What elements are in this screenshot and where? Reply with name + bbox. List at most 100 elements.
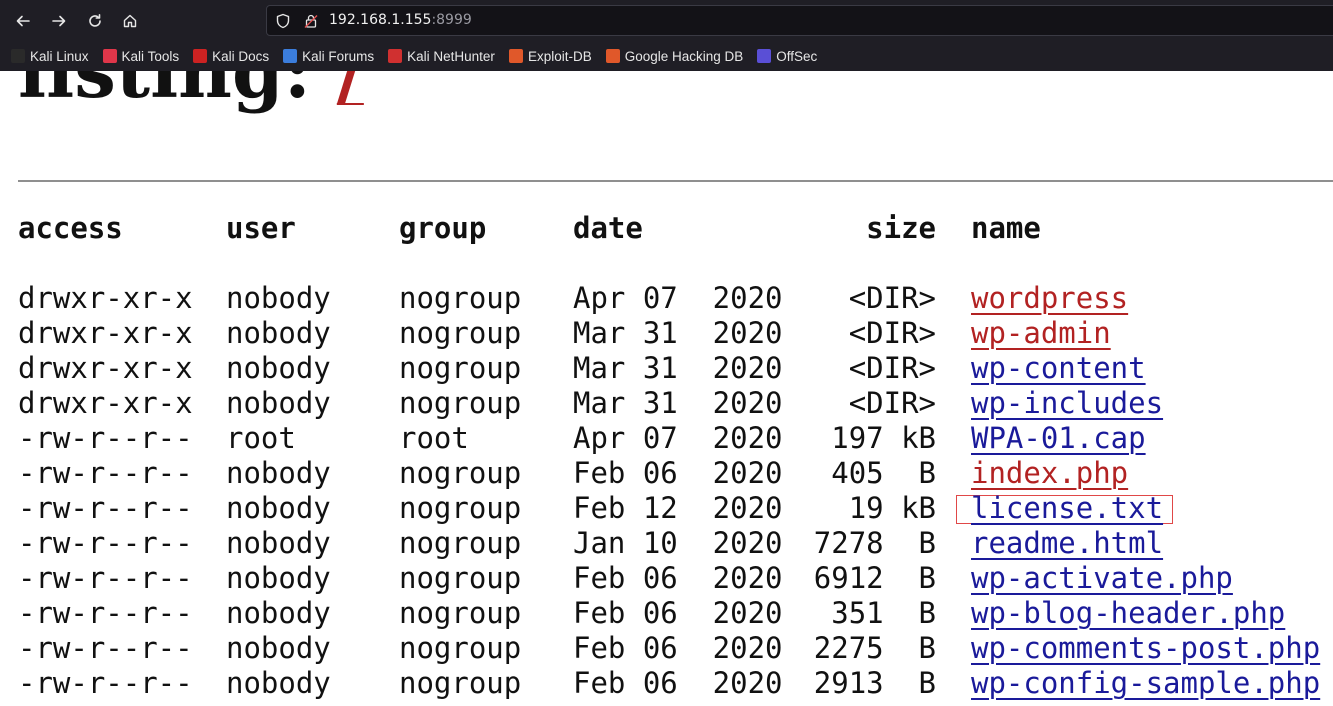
column-header-date: date [573,211,643,245]
home-button[interactable] [118,9,142,33]
name-cell: readme.html [971,526,1163,560]
size-cell: 351 B [831,596,936,630]
table-row: drwxr-xr-x nobody nogroup Mar 31 2020 <DIR> w… [18,316,1333,351]
access-cell: -rw-r--r-- [18,561,193,595]
group-cell: nogroup [399,631,522,665]
user-cell: nobody [226,561,331,595]
kali-nethunter-icon [388,49,403,63]
home-icon [123,14,137,28]
file-link[interactable]: readme.html [971,526,1163,560]
file-link[interactable]: wp-blog-header.php [971,596,1285,630]
group-cell: nogroup [399,561,522,595]
page-title-prefix: listing: [18,71,337,115]
table-row: -rw-r--r-- nobody nogroup Jan 10 2020 7278 B… [18,526,1333,561]
reload-icon [89,14,101,27]
file-link[interactable]: license.txt [971,491,1163,525]
arrow-right-icon [52,15,66,27]
table-row: -rw-r--r-- nobody nogroup Feb 06 2020 405 Bi… [18,456,1333,491]
kali-dragon-icon [11,49,25,63]
size-cell: 197 kB [831,421,936,455]
bookmark-label: Exploit-DB [527,48,592,64]
bookmark-label: Kali Linux [30,48,89,64]
name-cell: wp-activate.php [971,561,1233,595]
access-cell: -rw-r--r-- [18,491,193,525]
user-cell: root [226,421,296,455]
page-title: listing: / [18,71,364,109]
size-cell: 405 B [831,456,936,490]
table-row: -rw-r--r-- root root Apr 07 2020 197 kB WPA-0… [18,421,1333,456]
access-cell: -rw-r--r-- [18,666,193,700]
file-link[interactable]: WPA-01.cap [971,421,1146,455]
size-cell: 19 kB [848,491,936,525]
bookmark-label: Kali Forums [302,48,375,64]
name-cell: wp-admin [971,316,1111,350]
access-cell: drwxr-xr-x [18,316,193,350]
insecure-lock-icon[interactable] [303,13,319,29]
table-row: drwxr-xr-x nobody nogroup Mar 31 2020 <DIR> w… [18,351,1333,386]
table-row: -rw-r--r-- nobody nogroup Feb 12 2020 19 kB l… [18,491,1333,526]
name-cell: wp-config-sample.php [971,666,1320,700]
user-cell: nobody [226,491,331,525]
user-cell: nobody [226,596,331,630]
bookmark-label: Kali Tools [121,48,180,64]
group-cell: root [399,421,469,455]
table-row: -rw-r--r-- nobody nogroup Feb 06 2020 2913 B… [18,666,1333,701]
exploit-db-icon [508,49,523,63]
user-cell: nobody [226,316,331,350]
access-cell: drwxr-xr-x [18,281,193,315]
file-link[interactable]: wp-admin [971,316,1111,350]
url-host: 192.168.1.155 [329,12,432,28]
name-cell: wp-content [971,351,1146,385]
access-cell: -rw-r--r-- [18,596,193,630]
size-cell: 2275 B [813,631,936,665]
group-cell: nogroup [399,386,522,420]
address-bar[interactable]: 192.168.1.155:8999 [266,5,1333,36]
group-cell: nogroup [399,316,522,350]
bookmark-label: Kali NetHunter [407,48,495,64]
file-link[interactable]: wp-activate.php [971,561,1233,595]
size-cell: <DIR> [848,316,936,350]
file-link[interactable]: wp-includes [971,386,1163,420]
bookmark-item[interactable]: Exploit-DB [508,48,592,64]
file-link[interactable]: wp-comments-post.php [971,631,1320,665]
file-link[interactable]: index.php [971,456,1128,490]
user-cell: nobody [226,456,331,490]
group-cell: nogroup [399,526,522,560]
table-row: drwxr-xr-x nobody nogroup Mar 31 2020 <DIR> w… [18,386,1333,421]
group-cell: nogroup [399,456,522,490]
column-header-user: user [226,211,296,245]
back-button[interactable] [11,9,35,33]
user-cell: nobody [226,281,331,315]
size-cell: 2913 B [813,666,936,700]
file-link[interactable]: wp-config-sample.php [971,666,1320,700]
name-cell: WPA-01.cap [971,421,1146,455]
forward-button[interactable] [47,9,71,33]
size-cell: <DIR> [848,351,936,385]
file-link[interactable]: wordpress [971,281,1128,315]
root-path-link[interactable]: / [337,71,364,115]
name-cell: wp-includes [971,386,1163,420]
bookmark-label: Google Hacking DB [624,48,744,64]
divider [18,180,1333,182]
column-header-group: group [399,211,487,245]
group-cell: nogroup [399,351,522,385]
bookmark-item[interactable]: Kali Linux [11,49,89,64]
table-row: -rw-r--r-- nobody nogroup Feb 06 2020 6912 B… [18,561,1333,596]
user-cell: nobody [226,526,331,560]
offsec-icon [757,49,772,63]
bookmark-item[interactable]: OffSec [757,49,817,64]
url-text[interactable]: 192.168.1.155:8999 [329,12,472,28]
ghdb-icon [605,49,620,63]
bookmark-item[interactable]: Google Hacking DB [605,48,744,64]
group-cell: nogroup [399,491,522,525]
user-cell: nobody [226,386,331,420]
bookmark-item[interactable]: Kali NetHunter [388,49,495,64]
user-cell: nobody [226,631,331,665]
file-link[interactable]: wp-content [971,351,1146,385]
reload-button[interactable] [83,9,107,33]
bookmark-item[interactable]: Kali Tools [102,48,180,64]
browser-toolbar: 192.168.1.155:8999 Kali Linux Kali Tools K… [0,0,1333,71]
shield-icon[interactable] [275,13,291,29]
bookmark-item[interactable]: Kali Docs [193,49,269,64]
bookmark-item[interactable]: Kali Forums [283,49,374,64]
